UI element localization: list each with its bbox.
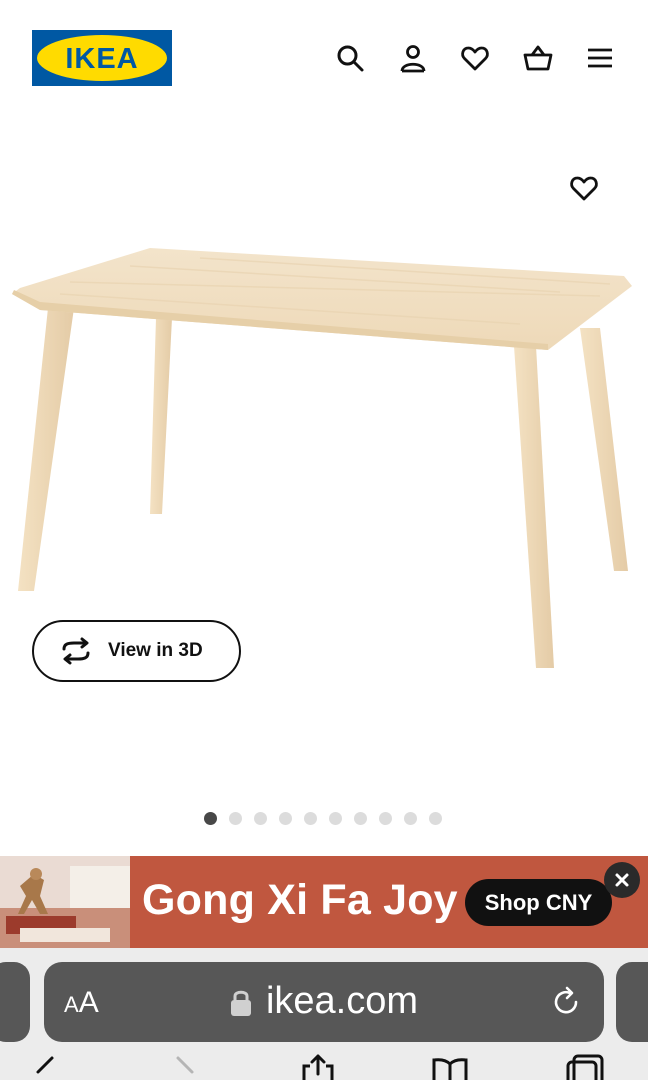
shop-cny-button[interactable]: Shop CNY: [465, 879, 612, 926]
carousel-dot[interactable]: [429, 812, 442, 825]
account-icon[interactable]: [395, 40, 431, 76]
view-in-3d-button[interactable]: View in 3D: [32, 620, 241, 682]
url-display[interactable]: ikea.com: [44, 980, 604, 1023]
carousel-dot[interactable]: [354, 812, 367, 825]
ikea-logo-graphic: IKEA: [32, 30, 172, 86]
browser-chrome: AA ikea.com: [0, 948, 648, 1080]
search-icon[interactable]: [332, 40, 368, 76]
heart-icon[interactable]: [566, 170, 602, 206]
ikea-logo-text: IKEA: [65, 43, 138, 75]
site-header: IKEA: [0, 0, 648, 118]
previous-tab-preview[interactable]: [0, 962, 30, 1042]
address-bar[interactable]: AA ikea.com: [44, 962, 604, 1042]
product-gallery: View in 3D: [0, 118, 648, 838]
share-icon[interactable]: [298, 1052, 338, 1080]
url-text: ikea.com: [265, 980, 419, 1022]
table-image[interactable]: [0, 238, 648, 678]
promo-banner[interactable]: Gong Xi Fa Joy Shop CNY: [0, 856, 648, 948]
carousel-dot[interactable]: [279, 812, 292, 825]
reload-icon[interactable]: [548, 984, 584, 1020]
ikea-logo[interactable]: IKEA: [32, 30, 172, 86]
back-icon[interactable]: [28, 1052, 68, 1080]
lock-icon: [230, 990, 251, 1016]
tabs-icon[interactable]: [566, 1052, 606, 1080]
bookmarks-icon[interactable]: [430, 1052, 470, 1080]
carousel-dot[interactable]: [329, 812, 342, 825]
carousel-dot[interactable]: [379, 812, 392, 825]
carousel-indicator: [0, 812, 648, 825]
carousel-dot[interactable]: [204, 812, 217, 825]
basket-icon[interactable]: [520, 40, 556, 76]
forward-icon[interactable]: [168, 1052, 208, 1080]
close-icon[interactable]: [604, 862, 640, 898]
carousel-dot[interactable]: [404, 812, 417, 825]
view-in-3d-label: View in 3D: [108, 640, 203, 661]
banner-photo: [0, 856, 130, 948]
next-tab-preview[interactable]: [616, 962, 648, 1042]
banner-title: Gong Xi Fa Joy: [142, 876, 458, 924]
carousel-dot[interactable]: [254, 812, 267, 825]
carousel-dot[interactable]: [304, 812, 317, 825]
favourites-icon[interactable]: [457, 40, 493, 76]
menu-icon[interactable]: [582, 40, 618, 76]
rotate-3d-icon: [62, 637, 90, 665]
carousel-dot[interactable]: [229, 812, 242, 825]
